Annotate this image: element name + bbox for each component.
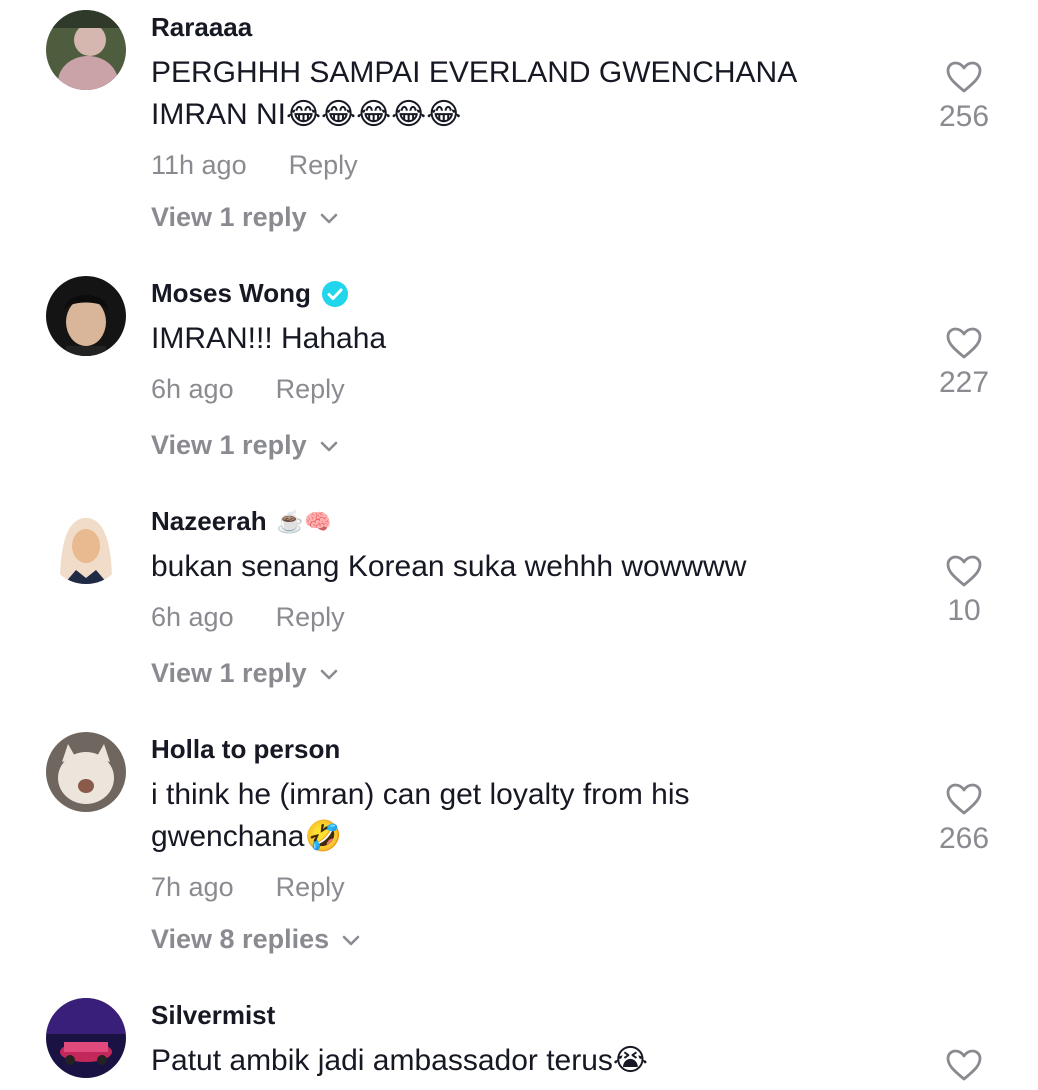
- reply-button[interactable]: Reply: [289, 150, 358, 181]
- comment-text: PERGHHH SAMPAI EVERLAND GWENCHANA IMRAN …: [151, 56, 796, 131]
- reply-button[interactable]: Reply: [276, 374, 345, 405]
- comment-meta: 7h ago Reply: [151, 872, 345, 903]
- comment-item: Silvermist Patut ambik jadi ambassador t…: [0, 988, 1038, 1090]
- username-text: Raraaaa: [151, 12, 253, 42]
- view-replies-label: View 1 reply: [151, 430, 307, 460]
- comment-time: 11h ago: [151, 150, 247, 180]
- username-text: Holla to person: [151, 734, 341, 764]
- comment-text: i think he (imran) can get loyalty from …: [151, 778, 690, 853]
- avatar[interactable]: [46, 732, 126, 812]
- avatar[interactable]: [46, 998, 126, 1078]
- avatar[interactable]: [46, 276, 126, 356]
- comment-text: Patut ambik jadi ambassador terus😭: [151, 1044, 648, 1077]
- username-text: Moses Wong: [151, 278, 311, 308]
- like-count: 10: [947, 594, 981, 627]
- username[interactable]: Silvermist: [151, 1000, 275, 1031]
- username[interactable]: Raraaaa: [151, 12, 252, 43]
- chevron-down-icon: [320, 669, 337, 679]
- view-replies-button[interactable]: View 1 reply: [151, 658, 339, 689]
- avatar[interactable]: [46, 504, 126, 584]
- username[interactable]: Holla to person: [151, 734, 340, 765]
- comment-text: bukan senang Korean suka wehhh wowwww: [151, 550, 747, 583]
- comment-item: Raraaaa PERGHHH SAMPAI EVERLAND GWENCHAN…: [0, 0, 1038, 260]
- like-count: 256: [938, 100, 990, 133]
- view-replies-label: View 8 replies: [151, 924, 330, 954]
- avatar[interactable]: [46, 10, 126, 90]
- heart-icon: [946, 1049, 982, 1081]
- comment-item: Moses Wong IMRAN!!! Hahaha 6h ago Reply …: [0, 266, 1038, 496]
- view-replies-button[interactable]: View 1 reply: [151, 202, 339, 233]
- like-button[interactable]: [924, 1048, 1004, 1082]
- username-emoji: ☕️🧠: [276, 508, 332, 534]
- username-text: Silvermist: [151, 1000, 276, 1030]
- comment-time: 6h ago: [151, 374, 234, 404]
- like-count: 266: [938, 822, 990, 855]
- reply-button[interactable]: Reply: [276, 602, 345, 633]
- chevron-down-icon: [320, 441, 337, 451]
- comment-list: Raraaaa PERGHHH SAMPAI EVERLAND GWENCHAN…: [0, 0, 1038, 1090]
- heart-icon: [946, 61, 982, 93]
- heart-icon: [946, 555, 982, 587]
- view-replies-button[interactable]: View 8 replies: [151, 924, 361, 955]
- chevron-down-icon: [320, 213, 337, 223]
- heart-icon: [946, 783, 982, 815]
- comment-item: Nazeerah ☕️🧠 bukan senang Korean suka we…: [0, 494, 1038, 724]
- view-replies-label: View 1 reply: [151, 202, 307, 232]
- like-button[interactable]: 10: [924, 554, 1004, 628]
- comment-meta: 6h ago Reply: [151, 602, 345, 633]
- reply-button[interactable]: Reply: [276, 872, 345, 903]
- comment-item: Holla to person i think he (imran) can g…: [0, 722, 1038, 992]
- comment-text: IMRAN!!! Hahaha: [151, 322, 387, 355]
- chevron-down-icon: [342, 935, 360, 945]
- comment-time: 7h ago: [151, 872, 234, 902]
- username[interactable]: Nazeerah ☕️🧠: [151, 506, 331, 537]
- view-replies-button[interactable]: View 1 reply: [151, 430, 339, 461]
- view-replies-label: View 1 reply: [151, 658, 307, 688]
- like-button[interactable]: 266: [924, 782, 1004, 856]
- like-count: 227: [938, 366, 990, 399]
- comment-meta: 6h ago Reply: [151, 374, 345, 405]
- comment-time: 6h ago: [151, 602, 234, 632]
- like-button[interactable]: 256: [924, 60, 1004, 134]
- username-text: Nazeerah: [151, 506, 267, 536]
- username[interactable]: Moses Wong: [151, 278, 349, 309]
- verified-badge-icon: [321, 280, 348, 307]
- comment-meta: 11h ago Reply: [151, 150, 358, 181]
- like-button[interactable]: 227: [924, 326, 1004, 400]
- heart-icon: [946, 327, 982, 359]
